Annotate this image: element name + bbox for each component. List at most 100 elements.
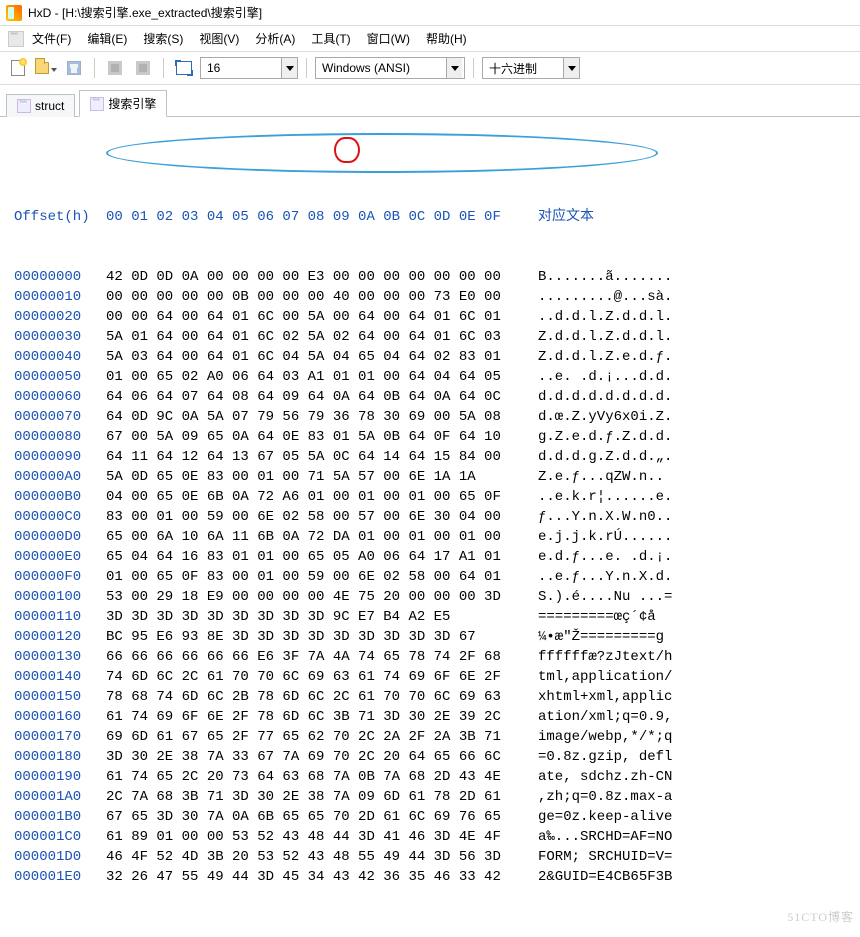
ascii[interactable]: e.j.j.k.rÚ......: [538, 527, 672, 547]
hex-row[interactable]: 000000F001 00 65 0F 83 00 01 00 59 00 6E…: [14, 567, 846, 587]
bytes[interactable]: 64 0D 9C 0A 5A 07 79 56 79 36 78 30 69 0…: [106, 407, 538, 427]
bytes[interactable]: 01 00 65 0F 83 00 01 00 59 00 6E 02 58 0…: [106, 567, 538, 587]
hex-row[interactable]: 0000001000 00 00 00 00 0B 00 00 00 40 00…: [14, 287, 846, 307]
ascii[interactable]: e.d.ƒ...e. .d.¡.: [538, 547, 672, 567]
bytes[interactable]: 74 6D 6C 2C 61 70 70 6C 69 63 61 74 69 6…: [106, 667, 538, 687]
hex-row[interactable]: 000000A05A 0D 65 0E 83 00 01 00 71 5A 57…: [14, 467, 846, 487]
hex-row[interactable]: 000001D046 4F 52 4D 3B 20 53 52 43 48 55…: [14, 847, 846, 867]
ascii[interactable]: Z.e.ƒ...qZW.n..: [538, 467, 664, 487]
ascii[interactable]: S.).é....Nu ...=: [538, 587, 672, 607]
hex-row[interactable]: 0000008067 00 5A 09 65 0A 64 0E 83 01 5A…: [14, 427, 846, 447]
ascii[interactable]: ation/xml;q=0.9,: [538, 707, 672, 727]
ascii[interactable]: ¼•æ"Ž=========g: [538, 627, 664, 647]
hex-row[interactable]: 0000017069 6D 61 67 65 2F 77 65 62 70 2C…: [14, 727, 846, 747]
fit-button[interactable]: [172, 56, 196, 80]
ascii[interactable]: g.Z.e.d.ƒ.Z.d.d.: [538, 427, 672, 447]
hex-row[interactable]: 0000000042 0D 0D 0A 00 00 00 00 E3 00 00…: [14, 267, 846, 287]
bytes[interactable]: 00 00 64 00 64 01 6C 00 5A 00 64 00 64 0…: [106, 307, 538, 327]
bytes[interactable]: 2C 7A 68 3B 71 3D 30 2E 38 7A 09 6D 61 7…: [106, 787, 538, 807]
hex-row[interactable]: 000000405A 03 64 00 64 01 6C 04 5A 04 65…: [14, 347, 846, 367]
ascii[interactable]: d.œ.Z.yVy6x0i.Z.: [538, 407, 672, 427]
bytes[interactable]: 61 74 69 6F 6E 2F 78 6D 6C 3B 71 3D 30 2…: [106, 707, 538, 727]
bytes[interactable]: 3D 3D 3D 3D 3D 3D 3D 3D 3D 9C E7 B4 A2 E…: [106, 607, 538, 627]
ascii[interactable]: B.......ã.......: [538, 267, 672, 287]
ascii[interactable]: d.d.d.d.d.d.d.d.: [538, 387, 672, 407]
bytes[interactable]: 67 00 5A 09 65 0A 64 0E 83 01 5A 0B 64 0…: [106, 427, 538, 447]
bytes[interactable]: 64 11 64 12 64 13 67 05 5A 0C 64 14 64 1…: [106, 447, 538, 467]
bytes[interactable]: 67 65 3D 30 7A 0A 6B 65 65 70 2D 61 6C 6…: [106, 807, 538, 827]
menu-tools[interactable]: 工具(T): [311, 30, 350, 47]
ascii[interactable]: image/webp,*/*;q: [538, 727, 672, 747]
ascii[interactable]: ..e. .d.¡...d.d.: [538, 367, 672, 387]
bytes[interactable]: 3D 30 2E 38 7A 33 67 7A 69 70 2C 20 64 6…: [106, 747, 538, 767]
bytes[interactable]: 5A 03 64 00 64 01 6C 04 5A 04 65 04 64 0…: [106, 347, 538, 367]
menu-view[interactable]: 视图(V): [199, 30, 239, 47]
hex-row[interactable]: 000000C083 00 01 00 59 00 6E 02 58 00 57…: [14, 507, 846, 527]
ascii[interactable]: tml,application/: [538, 667, 672, 687]
bytes[interactable]: 01 00 65 02 A0 06 64 03 A1 01 01 00 64 0…: [106, 367, 538, 387]
memory-button[interactable]: [103, 56, 127, 80]
open-button[interactable]: [34, 56, 58, 80]
menu-window[interactable]: 窗口(W): [367, 30, 410, 47]
bytes[interactable]: 32 26 47 55 49 44 3D 45 34 43 42 36 35 4…: [106, 867, 538, 887]
hex-view[interactable]: Offset(h)00 01 02 03 04 05 06 07 08 09 0…: [0, 117, 860, 937]
bytes[interactable]: 64 06 64 07 64 08 64 09 64 0A 64 0B 64 0…: [106, 387, 538, 407]
bytes[interactable]: 53 00 29 18 E9 00 00 00 00 4E 75 20 00 0…: [106, 587, 538, 607]
ascii[interactable]: a‰...SRCHD=AF=NO: [538, 827, 672, 847]
hex-row[interactable]: 000001E032 26 47 55 49 44 3D 45 34 43 42…: [14, 867, 846, 887]
hex-row[interactable]: 000000E065 04 64 16 83 01 01 00 65 05 A0…: [14, 547, 846, 567]
chevron-down-icon[interactable]: [563, 58, 579, 78]
new-button[interactable]: [6, 56, 30, 80]
hex-row[interactable]: 0000014074 6D 6C 2C 61 70 70 6C 69 63 61…: [14, 667, 846, 687]
hex-row[interactable]: 0000016061 74 69 6F 6E 2F 78 6D 6C 3B 71…: [14, 707, 846, 727]
ascii[interactable]: ƒ...Y.n.X.W.n0..: [538, 507, 672, 527]
hex-row[interactable]: 000001103D 3D 3D 3D 3D 3D 3D 3D 3D 9C E7…: [14, 607, 846, 627]
bytes[interactable]: 65 00 6A 10 6A 11 6B 0A 72 DA 01 00 01 0…: [106, 527, 538, 547]
ascii[interactable]: d.d.d.g.Z.d.d.„.: [538, 447, 672, 467]
menu-help[interactable]: 帮助(H): [426, 30, 467, 47]
bytes[interactable]: 65 04 64 16 83 01 01 00 65 05 A0 06 64 1…: [106, 547, 538, 567]
ascii[interactable]: ge=0z.keep-alive: [538, 807, 672, 827]
disk-button[interactable]: [131, 56, 155, 80]
hex-row[interactable]: 000000305A 01 64 00 64 01 6C 02 5A 02 64…: [14, 327, 846, 347]
save-button[interactable]: [62, 56, 86, 80]
chevron-down-icon[interactable]: [281, 58, 297, 78]
hex-row[interactable]: 0000019061 74 65 2C 20 73 64 63 68 7A 0B…: [14, 767, 846, 787]
bytes[interactable]: 83 00 01 00 59 00 6E 02 58 00 57 00 6E 3…: [106, 507, 538, 527]
bytes[interactable]: 69 6D 61 67 65 2F 77 65 62 70 2C 2A 2F 2…: [106, 727, 538, 747]
ascii[interactable]: =========œç´¢å: [538, 607, 656, 627]
ascii[interactable]: ..d.d.l.Z.d.d.l.: [538, 307, 672, 327]
bytes[interactable]: 00 00 00 00 00 0B 00 00 00 40 00 00 00 7…: [106, 287, 538, 307]
bytes[interactable]: 66 66 66 66 66 66 E6 3F 7A 4A 74 65 78 7…: [106, 647, 538, 667]
hex-row[interactable]: 000001B067 65 3D 30 7A 0A 6B 65 65 70 2D…: [14, 807, 846, 827]
hex-row[interactable]: 0000007064 0D 9C 0A 5A 07 79 56 79 36 78…: [14, 407, 846, 427]
ascii[interactable]: ate, sdchz.zh-CN: [538, 767, 672, 787]
menu-analyze[interactable]: 分析(A): [255, 30, 295, 47]
menu-file[interactable]: 文件(F): [32, 30, 71, 47]
base-combo[interactable]: 十六进制: [482, 57, 580, 79]
ascii[interactable]: xhtml+xml,applic: [538, 687, 672, 707]
menu-search[interactable]: 搜索(S): [143, 30, 183, 47]
bytes[interactable]: 42 0D 0D 0A 00 00 00 00 E3 00 00 00 00 0…: [106, 267, 538, 287]
bytes[interactable]: 04 00 65 0E 6B 0A 72 A6 01 00 01 00 01 0…: [106, 487, 538, 507]
hex-row[interactable]: 0000010053 00 29 18 E9 00 00 00 00 4E 75…: [14, 587, 846, 607]
bytes-per-row-combo[interactable]: 16: [200, 57, 298, 79]
hex-row[interactable]: 000000B004 00 65 0E 6B 0A 72 A6 01 00 01…: [14, 487, 846, 507]
hex-row[interactable]: 000001803D 30 2E 38 7A 33 67 7A 69 70 2C…: [14, 747, 846, 767]
tab-search-engine[interactable]: 搜索引擎: [79, 90, 167, 117]
hex-row[interactable]: 0000002000 00 64 00 64 01 6C 00 5A 00 64…: [14, 307, 846, 327]
bytes[interactable]: BC 95 E6 93 8E 3D 3D 3D 3D 3D 3D 3D 3D 3…: [106, 627, 538, 647]
hex-row[interactable]: 000001C061 89 01 00 00 53 52 43 48 44 3D…: [14, 827, 846, 847]
menu-edit[interactable]: 编辑(E): [87, 30, 127, 47]
hex-row[interactable]: 000001A02C 7A 68 3B 71 3D 30 2E 38 7A 09…: [14, 787, 846, 807]
bytes[interactable]: 5A 01 64 00 64 01 6C 02 5A 02 64 00 64 0…: [106, 327, 538, 347]
hex-row[interactable]: 0000015078 68 74 6D 6C 2B 78 6D 6C 2C 61…: [14, 687, 846, 707]
ascii[interactable]: =0.8z.gzip, defl: [538, 747, 672, 767]
hex-row[interactable]: 0000009064 11 64 12 64 13 67 05 5A 0C 64…: [14, 447, 846, 467]
ascii[interactable]: .........@...sà.: [538, 287, 672, 307]
bytes[interactable]: 61 74 65 2C 20 73 64 63 68 7A 0B 7A 68 2…: [106, 767, 538, 787]
hex-row[interactable]: 000000D065 00 6A 10 6A 11 6B 0A 72 DA 01…: [14, 527, 846, 547]
ascii[interactable]: ffffffæ?zJtext/h: [538, 647, 672, 667]
bytes[interactable]: 61 89 01 00 00 53 52 43 48 44 3D 41 46 3…: [106, 827, 538, 847]
hex-row[interactable]: 0000013066 66 66 66 66 66 E6 3F 7A 4A 74…: [14, 647, 846, 667]
